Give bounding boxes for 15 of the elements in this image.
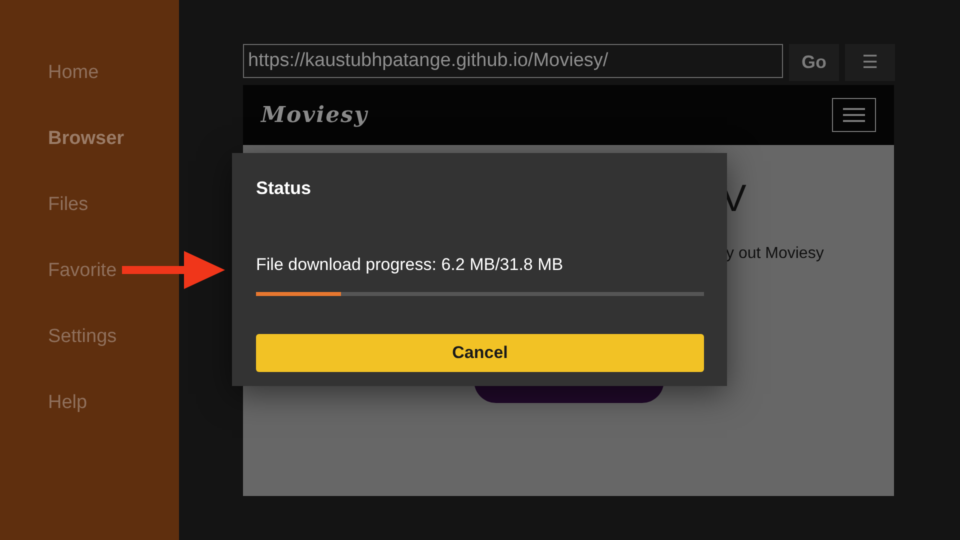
sidebar-item[interactable]: Help [48,385,179,420]
sidebar-item[interactable]: Browser [48,121,179,156]
menu-icon[interactable] [832,98,876,132]
sidebar-item[interactable]: Settings [48,319,179,354]
progress-message: File download progress: 6.2 MB/31.8 MB [256,254,564,276]
go-button[interactable]: Go [789,44,839,81]
arrow-icon [122,251,225,289]
site-logo: Moviesy [261,100,368,130]
sidebar-item[interactable]: Favorite [48,253,179,288]
cancel-button[interactable]: Cancel [256,334,704,372]
sidebar-item[interactable]: Home [48,55,179,90]
dialog-title: Status [256,177,312,200]
menu-button[interactable]: ☰ [845,44,895,81]
url-field[interactable]: https://kaustubhpatange.github.io/Moviesy/ [243,44,783,78]
sidebar-item[interactable]: Files [48,187,179,222]
